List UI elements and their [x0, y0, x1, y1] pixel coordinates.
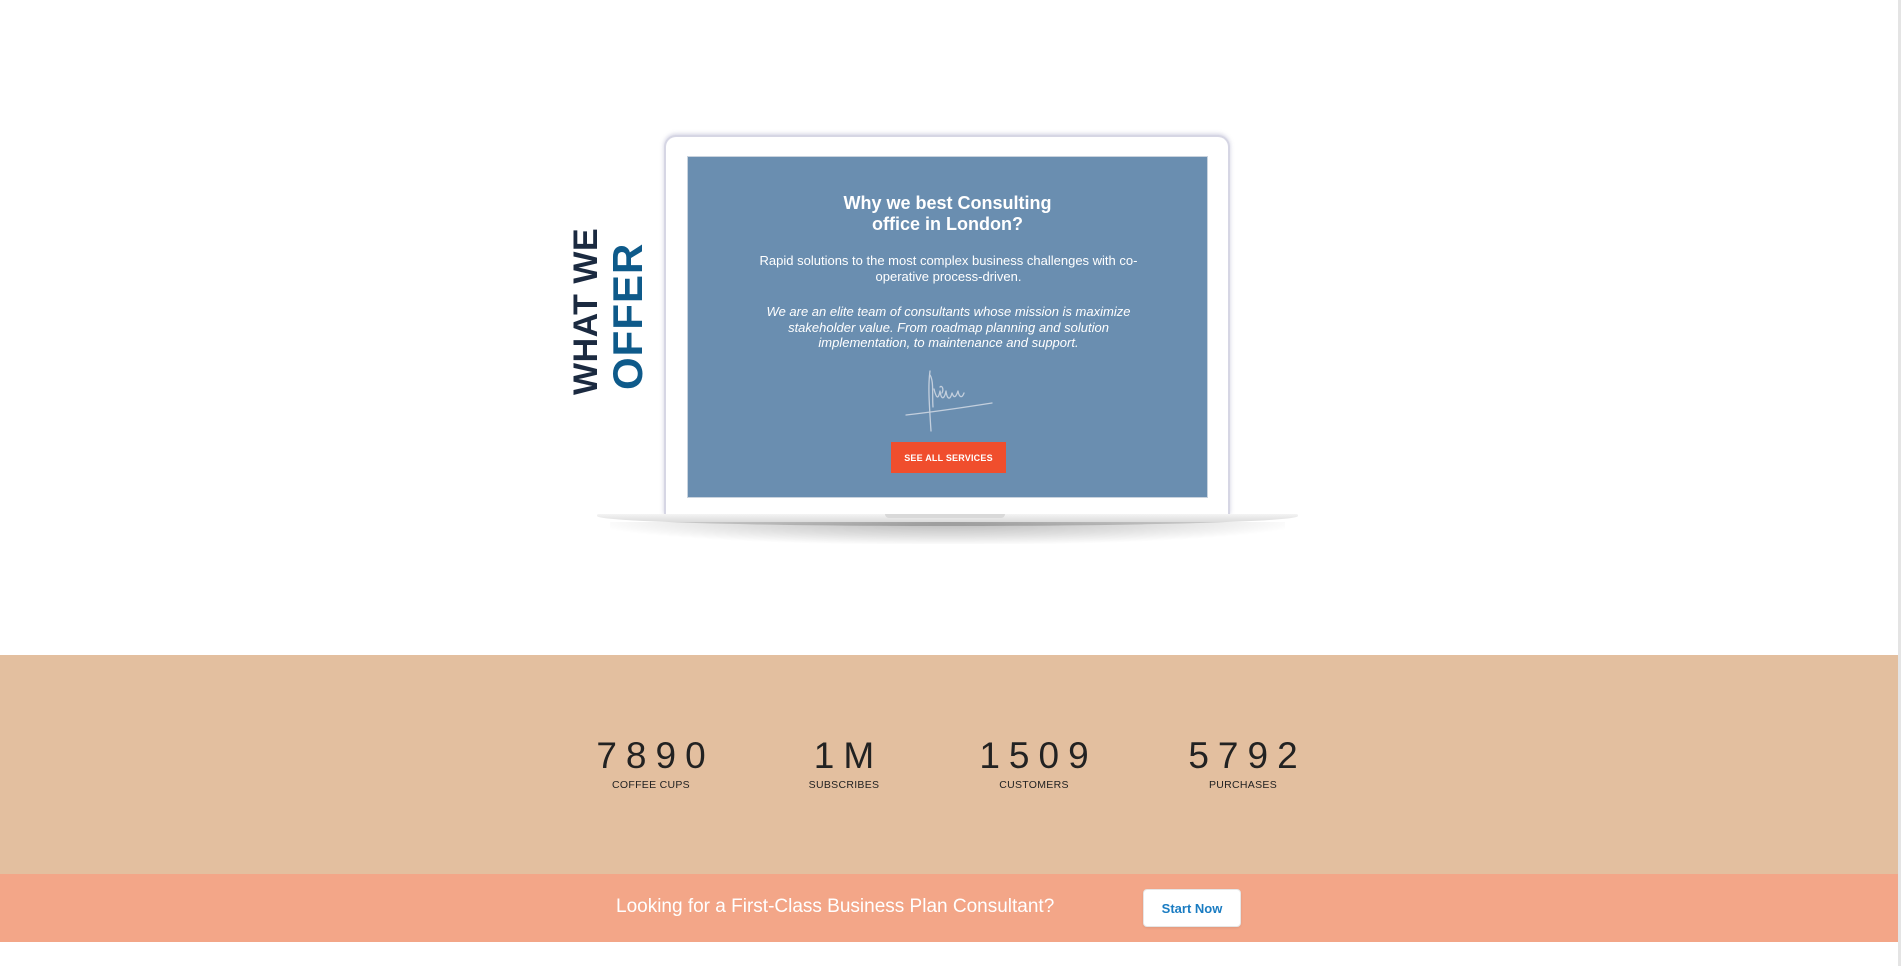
see-all-services-button[interactable]: SEE ALL SERVICES: [891, 442, 1006, 473]
laptop-screen: Why we best Consulting office in London?…: [687, 156, 1208, 498]
counter-label: SUBSCRIBES: [808, 779, 880, 791]
counter-customers: 1509 CUSTOMERS: [934, 735, 1134, 792]
counter-value: 1M: [813, 735, 884, 776]
laptop-notch: [885, 514, 1005, 518]
counter-value: 1509: [979, 735, 1098, 776]
cta-text: Looking for a First-Class Business Plan …: [616, 896, 1055, 917]
signature-image: [905, 370, 993, 432]
counter-purchases: 5792 PURCHASES: [1143, 735, 1343, 792]
counter-coffee-cups: 7890 COFFEE CUPS: [551, 735, 751, 792]
counter-value: 7890: [596, 735, 715, 776]
cta-band: Looking for a First-Class Business Plan …: [0, 874, 1898, 942]
section-heading: WHAT WE OFFER: [567, 227, 651, 398]
screen-title-line1: Why we best Consulting: [843, 193, 1052, 213]
counter-label: PURCHASES: [1208, 779, 1278, 791]
counter-subscribes: 1M SUBSCRIBES: [744, 735, 944, 792]
heading-line-what-we: WHAT WE: [567, 227, 605, 395]
screen-title-line2: office in London?: [872, 214, 1023, 234]
laptop-shadow: [610, 522, 1285, 544]
screen-body-text: We are an elite team of consultants whos…: [766, 304, 1131, 350]
screen-intro-text: Rapid solutions to the most complex busi…: [759, 253, 1138, 284]
counter-label: CUSTOMERS: [999, 779, 1069, 791]
screen-title: Why we best Consulting office in London?: [688, 193, 1207, 235]
heading-line-offer: OFFER: [604, 242, 651, 390]
counter-label: COFFEE CUPS: [612, 779, 690, 791]
start-now-button[interactable]: Start Now: [1143, 889, 1241, 927]
counters-section: 7890 COFFEE CUPS 1M SUBSCRIBES 1509 CUST…: [0, 655, 1898, 874]
counter-value: 5792: [1188, 735, 1307, 776]
